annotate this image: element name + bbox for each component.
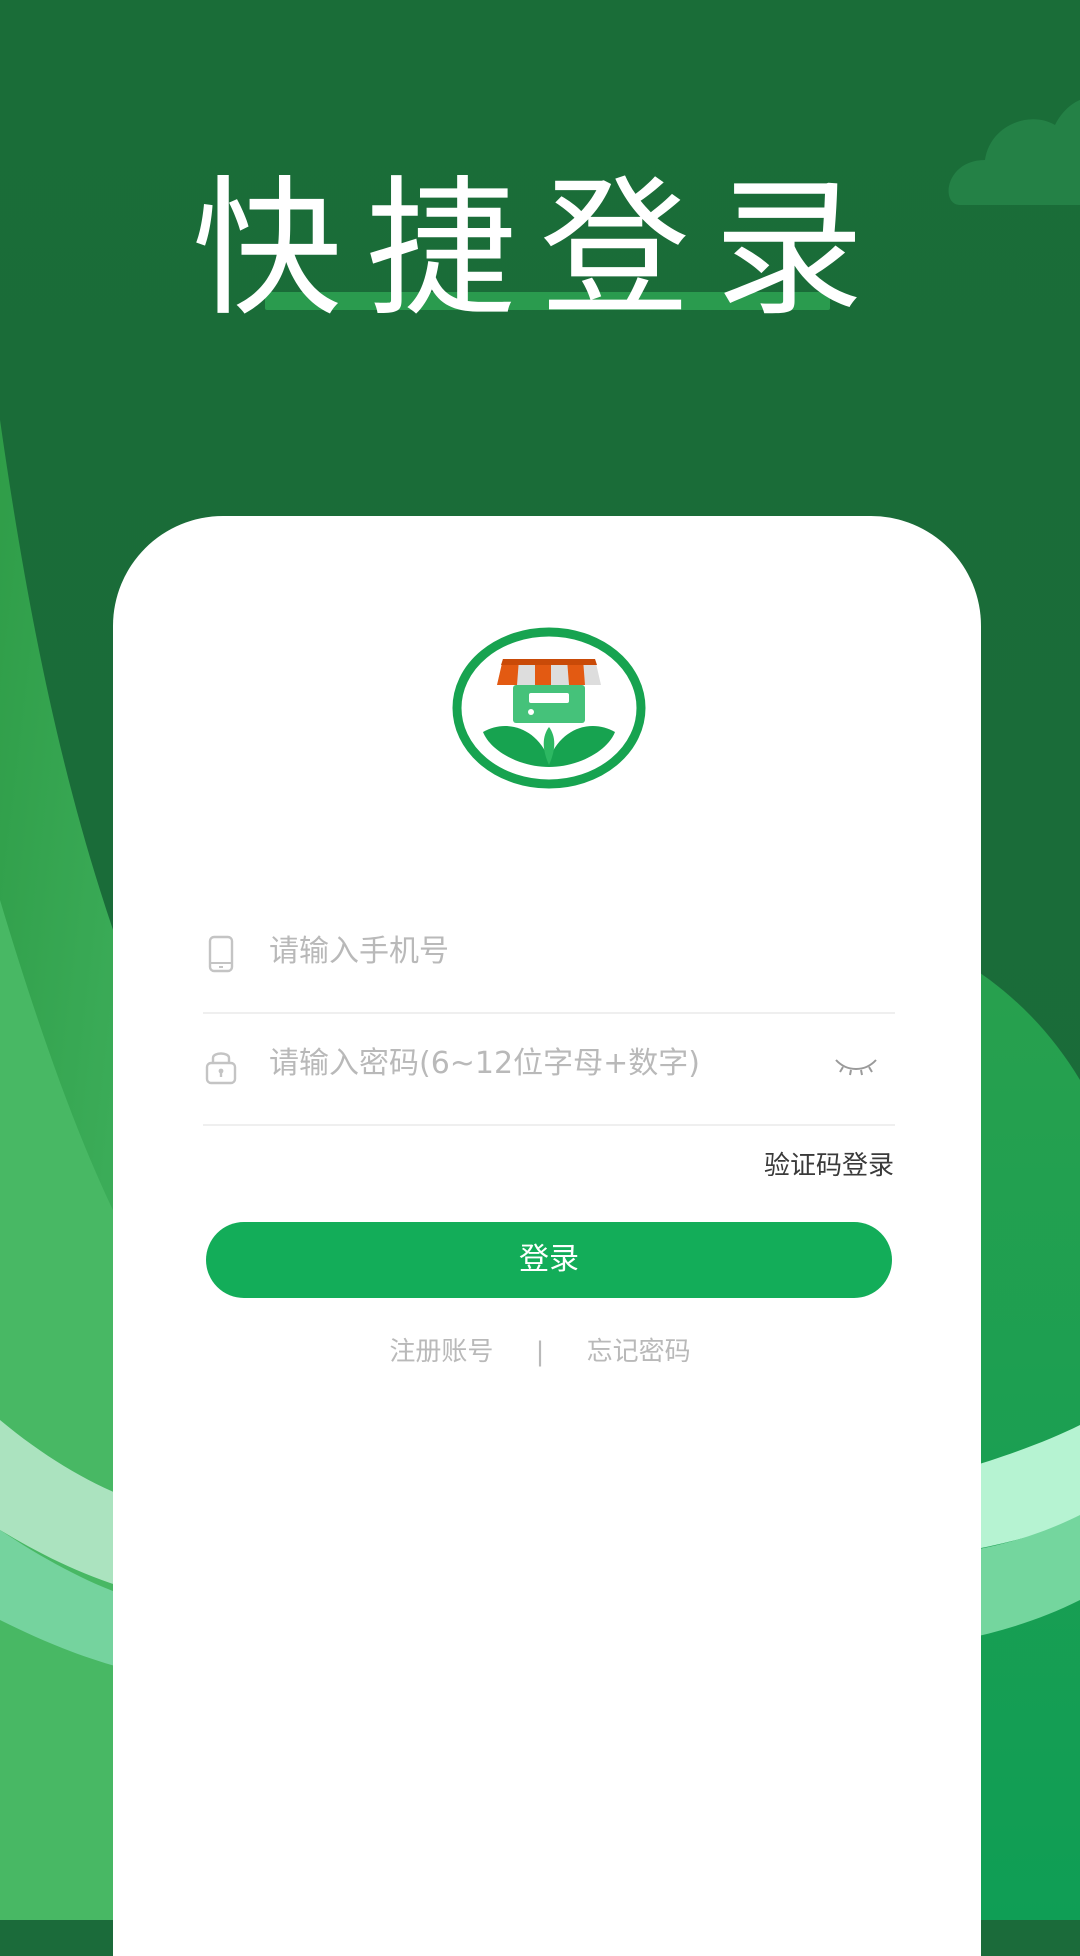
phone-icon: [208, 935, 234, 973]
password-input[interactable]: 请输入密码(6~12位字母+数字): [269, 1044, 700, 1084]
link-separator: |: [535, 1337, 545, 1367]
store-leaf-logo: [452, 627, 646, 789]
register-link[interactable]: 注册账号: [389, 1334, 493, 1370]
password-field[interactable]: 请输入密码(6~12位字母+数字): [203, 1014, 895, 1126]
eye-closed-icon[interactable]: [833, 1054, 879, 1080]
phone-input[interactable]: 请输入手机号: [269, 932, 449, 972]
forgot-password-link[interactable]: 忘记密码: [587, 1334, 691, 1370]
page-title: 快捷登录: [191, 163, 888, 337]
lock-icon: [205, 1052, 237, 1085]
login-button[interactable]: 登录: [206, 1222, 892, 1298]
phone-field[interactable]: 请输入手机号: [203, 902, 895, 1014]
sms-login-link[interactable]: 验证码登录: [764, 1148, 894, 1184]
footer-links: 注册账号 | 忘记密码: [0, 1334, 1080, 1370]
